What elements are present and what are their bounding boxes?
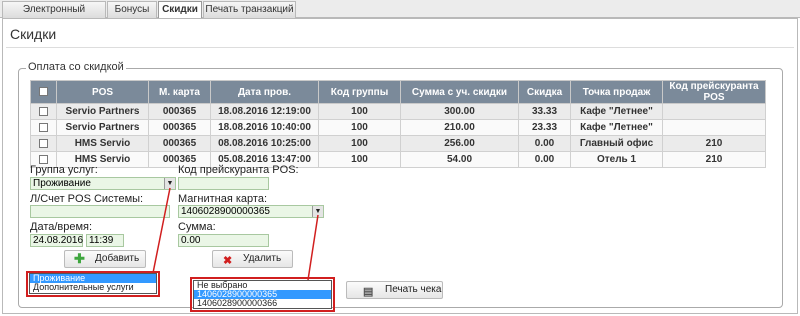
dropdown-option[interactable]: 1406028900000366 bbox=[194, 299, 331, 308]
service-group-dropdown[interactable]: Проживание Дополнительные услуги bbox=[29, 273, 157, 294]
callout-lines bbox=[152, 187, 319, 281]
dropdown-option[interactable]: Дополнительные услуги bbox=[30, 283, 156, 292]
mag-card-dropdown[interactable]: Не выбрано 1406028900000365 140602890000… bbox=[193, 280, 332, 309]
